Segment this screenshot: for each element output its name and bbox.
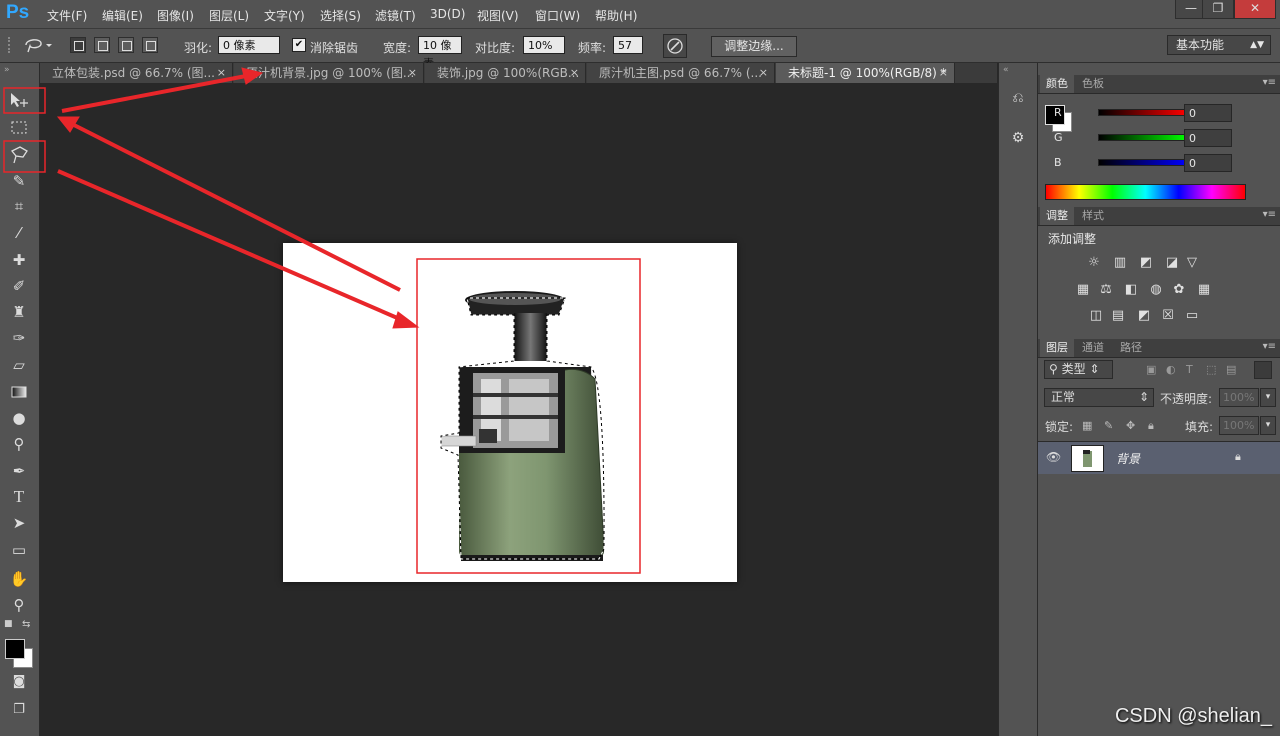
green-label: G <box>1054 131 1063 144</box>
red-track[interactable] <box>1098 109 1188 116</box>
tab-swatches[interactable]: 色板 <box>1076 75 1110 93</box>
black-white-icon[interactable]: ◧ <box>1123 283 1139 297</box>
layers-panel-tabs: 图层 通道 路径 ▾≡ <box>1038 339 1280 358</box>
annotation-arrows <box>56 67 420 329</box>
fill-input[interactable]: 100% <box>1219 416 1259 435</box>
properties-panel-icon[interactable]: ⚙ <box>1007 127 1029 149</box>
layer-thumbnail <box>1071 445 1104 472</box>
move-tool-highlight <box>3 87 46 114</box>
blue-value[interactable]: 0 <box>1184 154 1232 172</box>
tab-styles[interactable]: 样式 <box>1076 207 1110 225</box>
add-adjustment-title: 添加调整 <box>1048 232 1097 246</box>
lock-all-icon[interactable]: 🔒︎ <box>1148 419 1154 433</box>
vibrance-icon[interactable]: ▽ <box>1184 256 1200 270</box>
lasso-tool-highlight <box>3 140 46 173</box>
green-track[interactable] <box>1098 134 1188 141</box>
exposure-icon[interactable]: ◪ <box>1164 256 1180 270</box>
red-label: R <box>1054 106 1062 119</box>
threshold-icon[interactable]: ◩ <box>1136 309 1152 323</box>
tab-layers[interactable]: 图层 <box>1040 339 1074 357</box>
adjust-panel-tabs: 调整 样式 ▾≡ <box>1038 207 1280 226</box>
gradient-map-icon[interactable]: ▭ <box>1184 309 1200 323</box>
filter-smart-object-icon[interactable]: ▤ <box>1226 363 1236 376</box>
posterize-icon[interactable]: ▤ <box>1110 309 1126 323</box>
panel-menu-icon[interactable]: ▾≡ <box>1263 341 1276 352</box>
watermark: CSDN @shelian_ <box>1114 705 1272 727</box>
red-value[interactable]: 0 <box>1184 104 1232 122</box>
invert-icon[interactable]: ◫ <box>1088 309 1104 323</box>
red-slider[interactable]: R 0 <box>1046 104 1276 122</box>
blue-slider[interactable]: B 0 <box>1046 154 1276 172</box>
hue-saturation-icon[interactable]: ▦ <box>1075 283 1091 297</box>
panels-column: 颜色 色板 ▾≡ R 0 G 0 B 0 调整 样式 ▾≡ 添加调整 ☼ ▥ ◩… <box>1038 63 1280 736</box>
filter-toggle[interactable] <box>1254 361 1272 379</box>
color-panel-tabs: 颜色 色板 ▾≡ <box>1038 75 1280 94</box>
opacity-input[interactable]: 100% <box>1219 388 1259 407</box>
lock-position-icon[interactable]: ✥ <box>1126 419 1135 432</box>
tab-channels[interactable]: 通道 <box>1076 339 1110 357</box>
layer-row[interactable]: 👁︎ 背景 🔒︎ <box>1038 442 1280 474</box>
tab-color[interactable]: 颜色 <box>1040 75 1074 93</box>
tab-adjustments[interactable]: 调整 <box>1040 207 1074 225</box>
fill-label: 填充: <box>1185 420 1214 434</box>
blend-mode-value: 正常 <box>1051 390 1076 404</box>
brightness-icon[interactable]: ☼ <box>1086 256 1102 270</box>
blue-track[interactable] <box>1098 159 1188 166</box>
opacity-dropdown[interactable]: ▾ <box>1260 388 1276 407</box>
fill-dropdown[interactable]: ▾ <box>1260 416 1276 435</box>
opacity-label: 不透明度: <box>1160 392 1213 406</box>
selective-color-icon[interactable]: ☒ <box>1160 309 1176 323</box>
panel-menu-icon[interactable]: ▾≡ <box>1263 77 1276 88</box>
levels-icon[interactable]: ▥ <box>1112 256 1128 270</box>
panel-dock-collapsed: « ⎌ ⚙ <box>998 63 1038 736</box>
product-highlight <box>416 258 641 574</box>
filter-shape-icon[interactable]: ⬚ <box>1206 363 1216 376</box>
color-lookup-icon[interactable]: ▦ <box>1196 283 1212 297</box>
chevron-updown-icon: ⇕ <box>1138 390 1149 404</box>
blend-mode-select[interactable]: 正常 ⇕ <box>1044 388 1154 407</box>
filter-adjustment-icon[interactable]: ◐ <box>1166 363 1176 376</box>
filter-type-icon[interactable]: T <box>1186 363 1193 376</box>
visibility-eye-icon[interactable]: 👁︎ <box>1046 450 1061 464</box>
green-value[interactable]: 0 <box>1184 129 1232 147</box>
color-balance-icon[interactable]: ⚖ <box>1098 283 1114 297</box>
curves-icon[interactable]: ◩ <box>1138 256 1154 270</box>
history-panel-icon[interactable]: ⎌ <box>1007 87 1029 109</box>
blue-label: B <box>1054 156 1062 169</box>
photo-filter-icon[interactable]: ◍ <box>1148 283 1164 297</box>
expand-dock-icon[interactable]: « <box>1003 65 1009 75</box>
layer-name[interactable]: 背景 <box>1116 450 1140 467</box>
layers-list-empty-area <box>1038 474 1280 736</box>
panel-menu-icon[interactable]: ▾≡ <box>1263 209 1276 220</box>
color-spectrum-bar[interactable] <box>1045 184 1246 200</box>
layer-filter-value: 类型 <box>1061 362 1086 376</box>
green-slider[interactable]: G 0 <box>1046 129 1276 147</box>
filter-pixel-icon[interactable]: ▣ <box>1146 363 1156 376</box>
lock-transparent-icon[interactable]: ▦ <box>1082 419 1092 432</box>
lock-pixels-icon[interactable]: ✎ <box>1104 419 1113 432</box>
tab-paths[interactable]: 路径 <box>1114 339 1148 357</box>
channel-mixer-icon[interactable]: ✿ <box>1171 283 1187 297</box>
layer-filter-select[interactable]: ⚲ 类型 ⇕ <box>1044 360 1113 379</box>
layer-lock-icon: 🔒︎ <box>1235 450 1241 463</box>
lock-label: 锁定: <box>1045 420 1074 434</box>
